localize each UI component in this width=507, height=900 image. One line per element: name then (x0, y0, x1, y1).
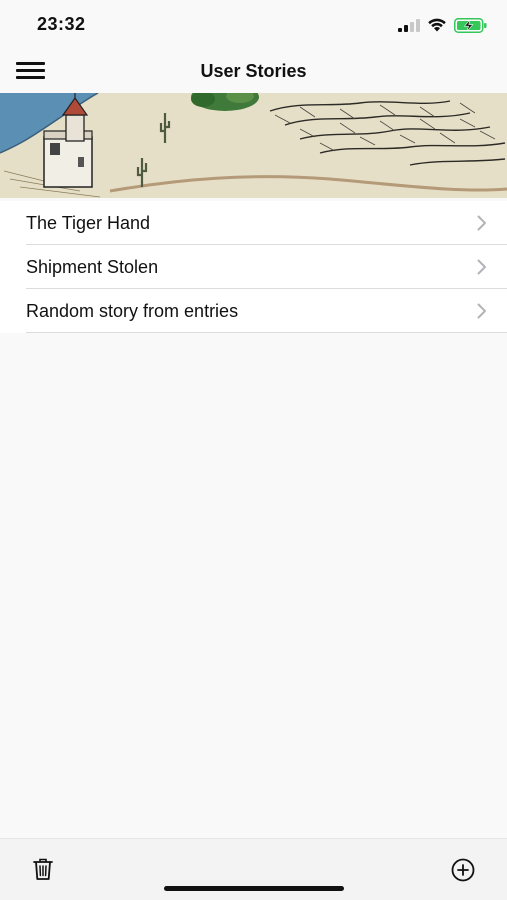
fantasy-map-banner (0, 93, 507, 198)
trash-icon[interactable] (32, 857, 54, 881)
status-bar: 23:32 (0, 0, 507, 50)
list-item-label: Shipment Stolen (26, 257, 159, 277)
status-time: 23:32 (37, 14, 86, 34)
list-item[interactable]: Random story from entries (0, 289, 507, 333)
row-divider (26, 332, 507, 333)
list-item-label: Random story from entries (26, 301, 239, 321)
chevron-right-icon (477, 259, 486, 275)
plus-circle-icon[interactable] (451, 858, 475, 882)
cellular-signal-icon (398, 18, 420, 32)
battery-charging-icon (454, 17, 487, 33)
home-indicator[interactable] (164, 886, 344, 891)
page-title: User Stories (200, 61, 307, 81)
list-item-label: The Tiger Hand (26, 213, 151, 233)
wifi-icon (428, 18, 446, 32)
stories-list: The Tiger Hand Shipment Stolen Random st… (0, 201, 507, 333)
status-icons (398, 16, 487, 34)
chevron-right-icon (477, 215, 486, 231)
list-item[interactable]: Shipment Stolen (0, 245, 507, 289)
navigation-bar: User Stories (0, 50, 507, 93)
chevron-right-icon (477, 303, 486, 319)
list-item[interactable]: The Tiger Hand (0, 201, 507, 245)
